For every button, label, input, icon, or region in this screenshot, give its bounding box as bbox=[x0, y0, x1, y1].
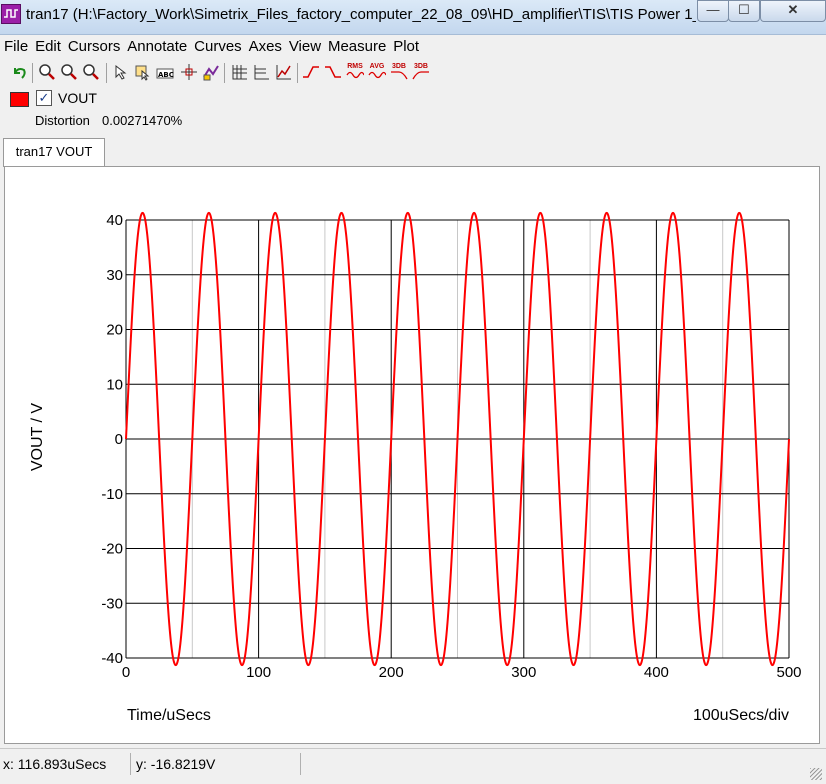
3db-icon[interactable]: 3DB bbox=[390, 63, 408, 81]
x-axis-ticks: 0 100 200 300 400 500 bbox=[122, 664, 802, 681]
maximize-button[interactable]: ☐ bbox=[728, 0, 760, 22]
pointer-icon[interactable] bbox=[112, 63, 130, 81]
menu-cursors[interactable]: Cursors bbox=[68, 35, 121, 55]
fall-icon[interactable] bbox=[324, 63, 342, 81]
y-tick-label: -20 bbox=[101, 541, 123, 558]
undo-icon[interactable] bbox=[10, 63, 28, 81]
label-abc-icon[interactable]: ABC bbox=[156, 63, 174, 81]
plot-area[interactable]: 40 30 20 10 0 -10 -20 -30 -40 0 100 200 300 400 500 V… bbox=[4, 166, 820, 744]
y-tick-label: 40 bbox=[106, 212, 123, 229]
menu-curves[interactable]: Curves bbox=[194, 35, 242, 55]
app-icon[interactable] bbox=[1, 4, 21, 24]
status-x-readout: x: 116.893uSecs bbox=[3, 756, 107, 772]
toolbar: ABC RMS AVG 3DB 3DB bbox=[0, 61, 826, 85]
rms-icon[interactable]: RMS bbox=[346, 63, 364, 81]
svg-text:ABC: ABC bbox=[158, 71, 174, 79]
menu-bar: File Edit Cursors Annotate Curves Axes V… bbox=[0, 35, 826, 57]
close-button[interactable]: ✕ bbox=[760, 0, 826, 22]
cursor-icon[interactable] bbox=[180, 63, 198, 81]
menu-plot[interactable]: Plot bbox=[393, 35, 419, 55]
menu-annotate[interactable]: Annotate bbox=[127, 35, 187, 55]
status-y-readout: y: -16.8219V bbox=[136, 756, 216, 772]
x-tick-label: 100 bbox=[246, 664, 271, 681]
x-tick-label: 300 bbox=[511, 664, 536, 681]
chart-icon[interactable] bbox=[274, 63, 292, 81]
title-bar: tran17 (H:\Factory_Work\Simetrix_Files_f… bbox=[0, 0, 826, 35]
x-tick-label: 400 bbox=[644, 664, 669, 681]
distortion-value: 0.00271470% bbox=[102, 113, 183, 128]
minimize-button[interactable]: — bbox=[697, 0, 729, 22]
menu-view[interactable]: View bbox=[289, 35, 321, 55]
tab-tran17-vout[interactable]: tran17 VOUT bbox=[3, 138, 105, 167]
x-axis-unit-label: 100uSecs/div bbox=[693, 707, 789, 724]
zoom-out-icon[interactable] bbox=[82, 63, 100, 81]
legend-color-swatch[interactable] bbox=[10, 92, 29, 107]
zoom-in-icon[interactable] bbox=[38, 63, 56, 81]
y-tick-label: 30 bbox=[106, 267, 123, 284]
menu-edit[interactable]: Edit bbox=[35, 35, 61, 55]
x-axis-label: Time/uSecs bbox=[127, 707, 211, 724]
zoom-full-icon[interactable] bbox=[60, 63, 78, 81]
curve-select-icon[interactable] bbox=[134, 63, 152, 81]
resize-grip[interactable] bbox=[810, 768, 822, 780]
legend-checkbox[interactable]: ✓ bbox=[36, 90, 52, 106]
status-bar: x: 116.893uSecs y: -16.8219V bbox=[0, 748, 826, 784]
rms-label: RMS bbox=[347, 63, 363, 70]
avg-label: AVG bbox=[369, 63, 385, 70]
y-tick-label: 10 bbox=[106, 376, 123, 393]
axes-icon[interactable] bbox=[252, 63, 270, 81]
menu-file[interactable]: File bbox=[4, 35, 28, 55]
y-tick-label: -30 bbox=[101, 595, 123, 612]
menu-measure[interactable]: Measure bbox=[328, 35, 386, 55]
y-tick-label: 20 bbox=[106, 322, 123, 339]
x-tick-label: 200 bbox=[379, 664, 404, 681]
3db-low-icon[interactable]: 3DB bbox=[412, 63, 430, 81]
grid-icon[interactable] bbox=[230, 63, 248, 81]
window-title: tran17 (H:\Factory_Work\Simetrix_Files_f… bbox=[26, 6, 696, 23]
distortion-label: Distortion bbox=[35, 113, 90, 128]
vout-chart: 403020100-10-20-30-40 0 100 200 300 400 500 V… bbox=[29, 211, 802, 724]
menu-axes[interactable]: Axes bbox=[249, 35, 282, 55]
3db-low-label: 3DB bbox=[413, 63, 428, 70]
3db-label: 3DB bbox=[391, 63, 406, 70]
y-axis-ticks: 40 30 20 10 0 -10 -20 -30 -40 bbox=[101, 212, 123, 667]
legend-label: VOUT bbox=[58, 90, 97, 106]
rise-icon[interactable] bbox=[302, 63, 320, 81]
square-wave-icon bbox=[4, 9, 18, 18]
y-tick-label: -10 bbox=[101, 486, 123, 503]
x-tick-label: 0 bbox=[122, 664, 130, 681]
x-tick-label: 500 bbox=[776, 664, 801, 681]
y-tick-label: 0 bbox=[115, 431, 123, 448]
avg-icon[interactable]: AVG bbox=[368, 63, 386, 81]
y-axis-label: VOUT / V bbox=[29, 403, 46, 471]
curve-edit-icon[interactable] bbox=[202, 63, 220, 81]
y-tick-label: -40 bbox=[101, 650, 123, 667]
